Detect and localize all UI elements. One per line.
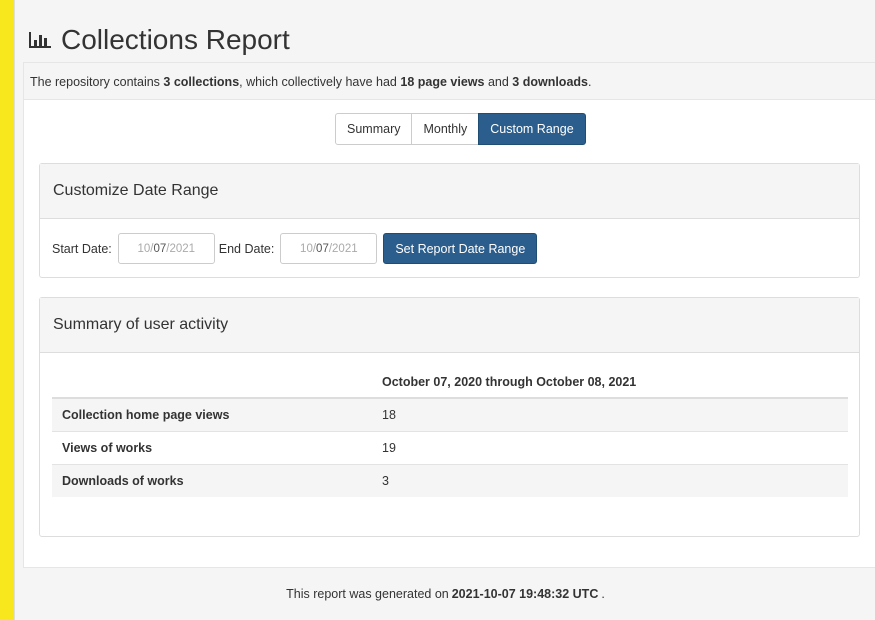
table-row: Downloads of works 3: [52, 463, 848, 497]
row-value: 18: [382, 397, 848, 431]
date-range-column-header: October 07, 2020 through October 08, 202…: [382, 366, 848, 399]
page-title: Collections Report: [61, 24, 290, 55]
bar-chart-icon: [29, 31, 51, 49]
summary-prefix: The repository contains: [30, 75, 160, 89]
table-row: Views of works 19: [52, 430, 848, 464]
end-month: 10/: [300, 242, 317, 255]
row-value: 3: [382, 463, 848, 497]
tab-custom-range[interactable]: Custom Range: [478, 113, 586, 145]
user-activity-panel: Summary of user activity October 07, 202…: [39, 297, 860, 537]
row-value: 19: [382, 430, 848, 464]
report-page: Collections Report The repository contai…: [14, 0, 875, 620]
report-footer: This report was generated on 2021-10-07 …: [15, 568, 875, 620]
page-views-count: 18 page views: [400, 75, 485, 89]
report-tabs: Summary Monthly Custom Range: [335, 113, 586, 145]
tab-summary[interactable]: Summary: [335, 113, 413, 145]
start-year: /2021: [166, 242, 196, 255]
end-day: 07: [316, 242, 329, 255]
row-label: Downloads of works: [52, 463, 382, 497]
date-range-panel: Customize Date Range Start Date: 10/07/2…: [39, 163, 860, 278]
footer-suffix: .: [601, 587, 605, 601]
page-header: Collections Report: [15, 0, 875, 62]
row-label: Collection home page views: [52, 397, 382, 431]
start-date-label: Start Date:: [52, 241, 112, 256]
table-header-row: October 07, 2020 through October 08, 202…: [52, 366, 848, 399]
date-range-form: Start Date: 10/07/2021 End Date: 10/07/2…: [40, 219, 859, 264]
start-date-input[interactable]: 10/07/2021: [117, 233, 215, 264]
activity-table: October 07, 2020 through October 08, 202…: [52, 366, 848, 497]
summary-suffix: .: [587, 75, 592, 89]
user-activity-heading: Summary of user activity: [40, 298, 859, 353]
tab-monthly[interactable]: Monthly: [411, 113, 480, 145]
downloads-count: 3 downloads: [512, 75, 588, 89]
summary-middle: , which collectively have had: [239, 75, 397, 89]
date-range-heading: Customize Date Range: [40, 164, 859, 219]
report-content: The repository contains 3 collections, w…: [23, 62, 875, 568]
start-day: 07: [153, 242, 167, 255]
generated-timestamp: 2021-10-07 19:48:32 UTC: [451, 587, 599, 601]
table-row: Collection home page views 18: [52, 397, 848, 431]
collections-count: 3 collections: [163, 75, 240, 89]
start-month: 10/: [137, 242, 154, 255]
end-date-input[interactable]: 10/07/2021: [280, 233, 378, 264]
end-year: /2021: [328, 242, 358, 255]
footer-prefix: This report was generated on: [286, 587, 449, 601]
set-date-range-button[interactable]: Set Report Date Range: [383, 233, 538, 264]
end-date-label: End Date:: [218, 241, 275, 256]
repository-summary: The repository contains 3 collections, w…: [24, 63, 875, 100]
summary-and: and: [487, 75, 509, 89]
row-label: Views of works: [52, 430, 382, 464]
empty-header-cell: [52, 366, 382, 399]
